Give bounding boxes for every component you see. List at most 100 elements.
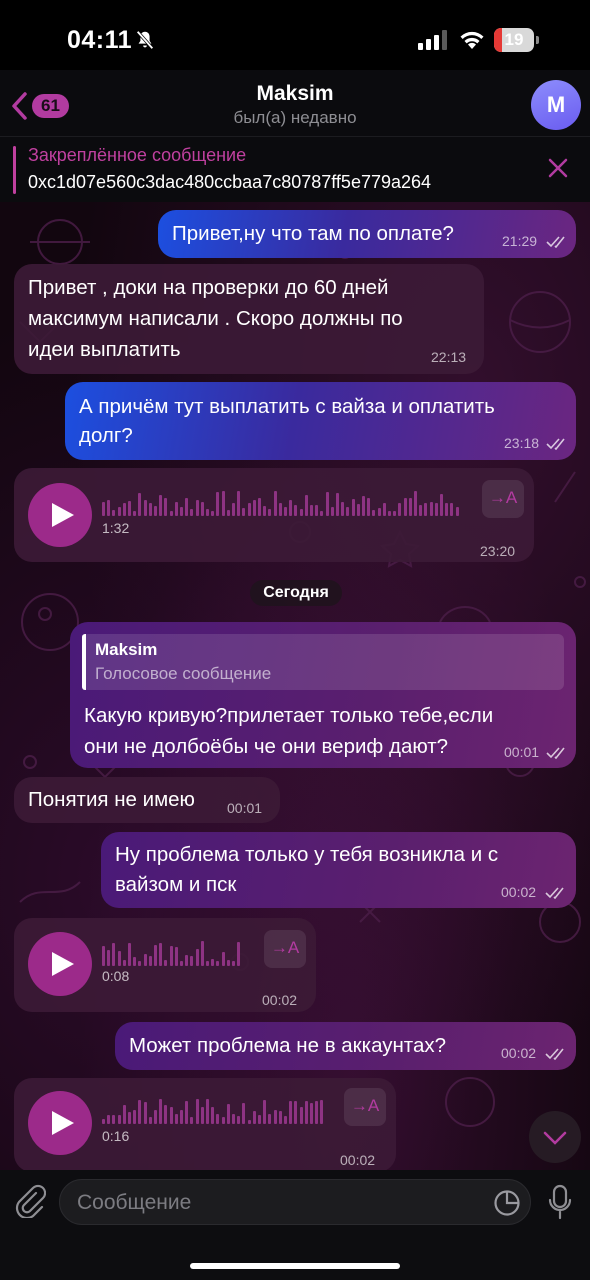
waveform-bar bbox=[102, 502, 105, 516]
waveform-bar bbox=[226, 510, 230, 516]
waveform[interactable] bbox=[102, 940, 242, 966]
message-incoming[interactable]: Привет , доки на проверки до 60 дней мак… bbox=[14, 264, 484, 374]
chat-title[interactable]: Maksim bbox=[0, 82, 590, 106]
avatar[interactable]: M bbox=[531, 80, 581, 130]
transcribe-button[interactable]: →A bbox=[344, 1088, 386, 1126]
waveform-bar bbox=[440, 494, 443, 516]
pinned-message[interactable]: Закреплённое сообщение 0xc1d07e560c3dac4… bbox=[0, 136, 590, 202]
message-time: 00:02 bbox=[501, 1045, 537, 1061]
message-line: Привет , доки на проверки до 60 дней bbox=[28, 276, 389, 299]
waveform-bar bbox=[242, 508, 246, 516]
voice-message[interactable]: 0:08 →A 00:02 bbox=[14, 918, 316, 1012]
waveform-bar bbox=[226, 960, 230, 966]
waveform-bar bbox=[252, 500, 256, 516]
bell-muted-icon bbox=[136, 30, 154, 50]
waveform-bar bbox=[216, 961, 220, 966]
waveform-bar bbox=[232, 503, 235, 516]
voice-message[interactable]: 0:16 →A 00:02 bbox=[14, 1078, 396, 1170]
waveform-bar bbox=[310, 1103, 313, 1124]
waveform-bar bbox=[341, 502, 345, 516]
message-line: Какую кривую?прилетает только тебе,если bbox=[84, 704, 494, 727]
waveform-bar bbox=[185, 955, 189, 966]
play-button[interactable] bbox=[28, 1091, 92, 1155]
waveform-bar bbox=[232, 961, 235, 966]
transcribe-button[interactable]: →A bbox=[264, 930, 306, 968]
waveform-bar bbox=[414, 491, 417, 516]
message-outgoing[interactable]: Привет,ну что там по оплате? 21:29 bbox=[158, 210, 576, 258]
waveform-bar bbox=[122, 1105, 126, 1124]
waveform-bar bbox=[388, 511, 391, 516]
transcribe-icon: →A bbox=[350, 1096, 380, 1115]
message-outgoing[interactable]: Maksim Голосовое сообщение Какую кривую?… bbox=[70, 622, 576, 768]
voice-duration: 0:16 bbox=[102, 1128, 130, 1144]
message-input[interactable]: Сообщение bbox=[59, 1179, 531, 1225]
sticker-icon[interactable] bbox=[493, 1189, 521, 1217]
waveform-bar bbox=[382, 503, 386, 516]
battery-fill bbox=[494, 28, 502, 52]
waveform-bar bbox=[419, 505, 423, 516]
waveform-bar bbox=[169, 946, 173, 966]
waveform-bar bbox=[154, 506, 157, 516]
waveform-bar bbox=[232, 1114, 235, 1124]
waveform-bar bbox=[190, 509, 194, 516]
microphone-icon[interactable] bbox=[548, 1184, 572, 1220]
date-separator: Сегодня bbox=[250, 580, 342, 606]
waveform-bar bbox=[112, 943, 116, 966]
waveform-bar bbox=[180, 961, 183, 966]
waveform-bar bbox=[273, 491, 277, 516]
waveform-bar bbox=[216, 1114, 220, 1124]
waveform-bar bbox=[263, 506, 267, 516]
waveform-bar bbox=[138, 961, 142, 966]
play-icon bbox=[52, 952, 74, 976]
message-time: 00:02 bbox=[501, 884, 537, 900]
waveform-bar bbox=[445, 503, 449, 516]
message-outgoing[interactable]: Может проблема не в аккаунтах? 00:02 bbox=[115, 1022, 576, 1070]
waveform-bar bbox=[117, 507, 121, 516]
battery-indicator: 19 bbox=[494, 28, 540, 52]
paperclip-icon[interactable] bbox=[14, 1184, 46, 1218]
waveform-bar bbox=[200, 941, 204, 966]
waveform-bar bbox=[169, 1107, 173, 1124]
reply-accent-bar bbox=[82, 634, 86, 690]
double-check-icon bbox=[546, 438, 565, 450]
waveform-bar bbox=[398, 503, 402, 516]
close-icon[interactable] bbox=[547, 157, 569, 179]
waveform-bar bbox=[278, 503, 282, 516]
message-line: идеи выплатить bbox=[28, 338, 181, 361]
waveform-bar bbox=[242, 1103, 246, 1124]
waveform-bar bbox=[315, 1101, 319, 1124]
waveform-bar bbox=[195, 1099, 199, 1124]
message-outgoing[interactable]: Ну проблема только у тебя возникла и с в… bbox=[101, 832, 576, 908]
chat-area[interactable]: Привет,ну что там по оплате? 21:29 Приве… bbox=[0, 202, 590, 1170]
waveform-bar bbox=[195, 949, 199, 966]
voice-message[interactable]: 1:32 →A 23:20 bbox=[14, 468, 534, 562]
waveform-bar bbox=[143, 1102, 147, 1124]
waveform-bar bbox=[211, 511, 215, 516]
waveform-bar bbox=[221, 952, 225, 966]
transcribe-icon: →A bbox=[488, 488, 518, 507]
message-incoming[interactable]: Понятия не имею 00:01 bbox=[14, 777, 280, 823]
play-button[interactable] bbox=[28, 932, 92, 996]
scroll-to-bottom-button[interactable] bbox=[529, 1111, 581, 1163]
home-indicator bbox=[190, 1263, 400, 1269]
waveform[interactable] bbox=[102, 490, 462, 516]
battery-level: 19 bbox=[504, 30, 524, 49]
waveform-bar bbox=[304, 495, 308, 516]
chat-header: 61 Maksim был(а) недавно M bbox=[0, 70, 590, 136]
waveform-bar bbox=[148, 1117, 152, 1124]
message-time: 22:13 bbox=[431, 349, 467, 365]
waveform[interactable] bbox=[102, 1098, 328, 1124]
waveform-bar bbox=[143, 954, 147, 966]
play-button[interactable] bbox=[28, 483, 92, 547]
waveform-bar bbox=[164, 960, 168, 966]
waveform-bar bbox=[346, 507, 350, 516]
reply-preview[interactable]: Maksim Голосовое сообщение bbox=[82, 634, 564, 690]
waveform-bar bbox=[143, 500, 147, 516]
waveform-bar bbox=[107, 1115, 111, 1124]
message-outgoing[interactable]: А причём тут выплатить с вайза и оплатит… bbox=[65, 382, 576, 460]
waveform-bar bbox=[258, 1115, 261, 1124]
waveform-bar bbox=[289, 500, 293, 516]
waveform-bar bbox=[180, 1110, 183, 1124]
transcribe-button[interactable]: →A bbox=[482, 480, 524, 518]
double-check-icon bbox=[545, 1048, 564, 1060]
